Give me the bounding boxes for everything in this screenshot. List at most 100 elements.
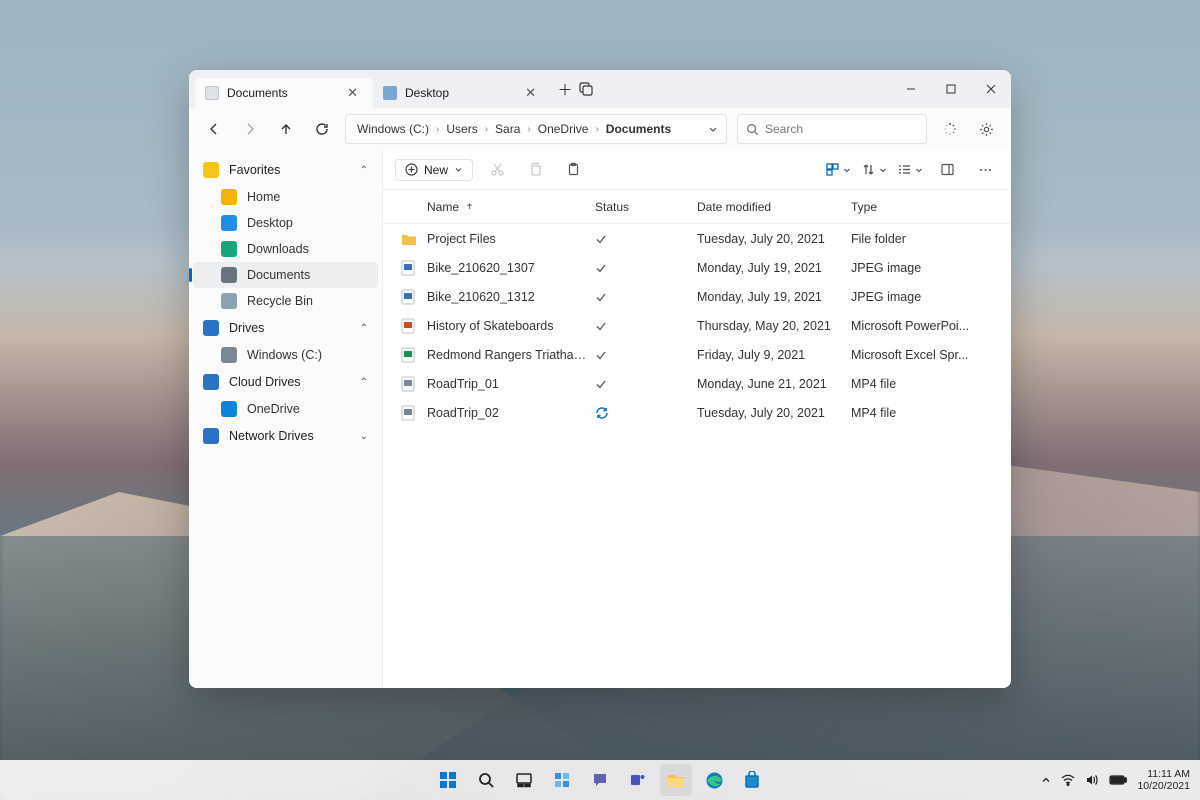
new-button-label: New [424,163,448,177]
breadcrumb-segment[interactable]: Sara [492,120,523,138]
address-dropdown-button[interactable] [708,124,718,134]
sort-button[interactable] [825,156,851,184]
window-controls [891,70,1011,108]
file-icon [401,232,427,246]
search-icon [746,123,759,136]
taskbar-chat-button[interactable] [584,764,616,796]
forward-button[interactable] [237,116,263,142]
volume-icon[interactable] [1085,774,1099,786]
copy-button[interactable] [521,156,549,184]
file-row[interactable]: History of SkateboardsThursday, May 20, … [383,311,1011,340]
file-status [595,262,697,274]
view-button[interactable] [897,156,923,184]
check-icon [595,262,607,274]
clock[interactable]: 11:11 AM 10/20/2021 [1137,768,1190,792]
tab-label: Desktop [405,86,449,100]
check-icon [595,291,607,303]
taskbar-edge-button[interactable] [698,764,730,796]
loading-indicator-icon [937,116,963,142]
file-status [595,320,697,332]
column-header-status[interactable]: Status [595,200,697,214]
taskbar-search-button[interactable] [470,764,502,796]
battery-icon[interactable] [1109,775,1127,785]
taskbar-taskview-button[interactable] [508,764,540,796]
minimize-button[interactable] [891,70,931,108]
sidebar-item-windows-c-[interactable]: Windows (C:) [189,342,382,368]
close-window-button[interactable] [971,70,1011,108]
column-header-name[interactable]: Name [427,200,595,214]
refresh-button[interactable] [309,116,335,142]
date-text: 10/20/2021 [1137,780,1190,792]
maximize-button[interactable] [931,70,971,108]
file-type: File folder [851,232,981,246]
taskbar-widgets-button[interactable] [546,764,578,796]
up-button[interactable] [273,116,299,142]
taskbar-teams-button[interactable] [622,764,654,796]
chevron-down-icon [454,165,463,174]
file-type: JPEG image [851,261,981,275]
file-row[interactable]: Bike_210620_1307Monday, July 19, 2021JPE… [383,253,1011,282]
close-tab-button[interactable]: ✕ [520,83,541,103]
breadcrumb-segment[interactable]: Documents [603,120,674,138]
sidebar-section-drives[interactable]: Drives⌃ [189,314,382,342]
sidebar: Favorites⌃HomeDesktopDownloadsDocumentsR… [189,150,383,688]
chevron-right-icon: › [527,124,530,135]
details-pane-button[interactable] [933,156,961,184]
taskbar-store-button[interactable] [736,764,768,796]
sidebar-item-label: Downloads [247,242,309,256]
new-tab-button[interactable]: ＋ [551,79,579,100]
tab-desktop[interactable]: Desktop ✕ [373,78,551,108]
sidebar-item-downloads[interactable]: Downloads [189,236,382,262]
file-name: History of Skateboards [427,319,595,333]
sidebar-item-desktop[interactable]: Desktop [189,210,382,236]
breadcrumb-segment[interactable]: Windows (C:) [354,120,432,138]
wifi-icon[interactable] [1061,774,1075,786]
tab-documents[interactable]: Documents ✕ [195,78,373,108]
chevron-right-icon: › [485,124,488,135]
file-row[interactable]: RoadTrip_02Tuesday, July 20, 2021MP4 fil… [383,398,1011,427]
cut-button[interactable] [483,156,511,184]
chevron-icon: ⌃ [360,377,368,388]
plus-circle-icon [405,163,418,176]
tab-overview-button[interactable] [579,82,607,96]
breadcrumb-segment[interactable]: Users [443,120,480,138]
file-row[interactable]: Bike_210620_1312Monday, July 19, 2021JPE… [383,282,1011,311]
more-button[interactable] [971,156,999,184]
file-row[interactable]: Project FilesTuesday, July 20, 2021File … [383,224,1011,253]
file-row[interactable]: Redmond Rangers TriathalonFriday, July 9… [383,340,1011,369]
paste-button[interactable] [559,156,587,184]
sidebar-item-recycle-bin[interactable]: Recycle Bin [189,288,382,314]
taskbar-explorer-button[interactable] [660,764,692,796]
column-header-date[interactable]: Date modified [697,200,851,214]
section-label: Drives [229,321,264,335]
check-icon [595,349,607,361]
sidebar-section-cloud-drives[interactable]: Cloud Drives⌃ [189,368,382,396]
start-button[interactable] [432,764,464,796]
file-row[interactable]: RoadTrip_01Monday, June 21, 2021MP4 file [383,369,1011,398]
section-label: Favorites [229,163,280,177]
file-status [595,349,697,361]
search-input[interactable]: Search [737,114,927,144]
address-bar[interactable]: Windows (C:)› Users› Sara› OneDrive› Doc… [345,114,727,144]
file-icon [401,289,427,305]
settings-button[interactable] [973,116,999,142]
sidebar-item-home[interactable]: Home [189,184,382,210]
sidebar-item-label: Home [247,190,280,204]
chevron-right-icon: › [436,124,439,135]
folder-icon [221,215,237,231]
tray-overflow-button[interactable] [1041,775,1051,785]
sidebar-item-onedrive[interactable]: OneDrive [189,396,382,422]
file-date: Tuesday, July 20, 2021 [697,406,851,420]
sidebar-section-favorites[interactable]: Favorites⌃ [189,156,382,184]
column-header-type[interactable]: Type [851,200,981,214]
sidebar-item-documents[interactable]: Documents [193,262,378,288]
file-name: Redmond Rangers Triathalon [427,348,595,362]
address-row: Windows (C:)› Users› Sara› OneDrive› Doc… [189,108,1011,150]
sort-order-button[interactable] [861,156,887,184]
close-tab-button[interactable]: ✕ [342,83,363,103]
file-date: Monday, July 19, 2021 [697,261,851,275]
breadcrumb-segment[interactable]: OneDrive [535,120,592,138]
back-button[interactable] [201,116,227,142]
new-button[interactable]: New [395,159,473,181]
sidebar-section-network-drives[interactable]: Network Drives⌄ [189,422,382,450]
